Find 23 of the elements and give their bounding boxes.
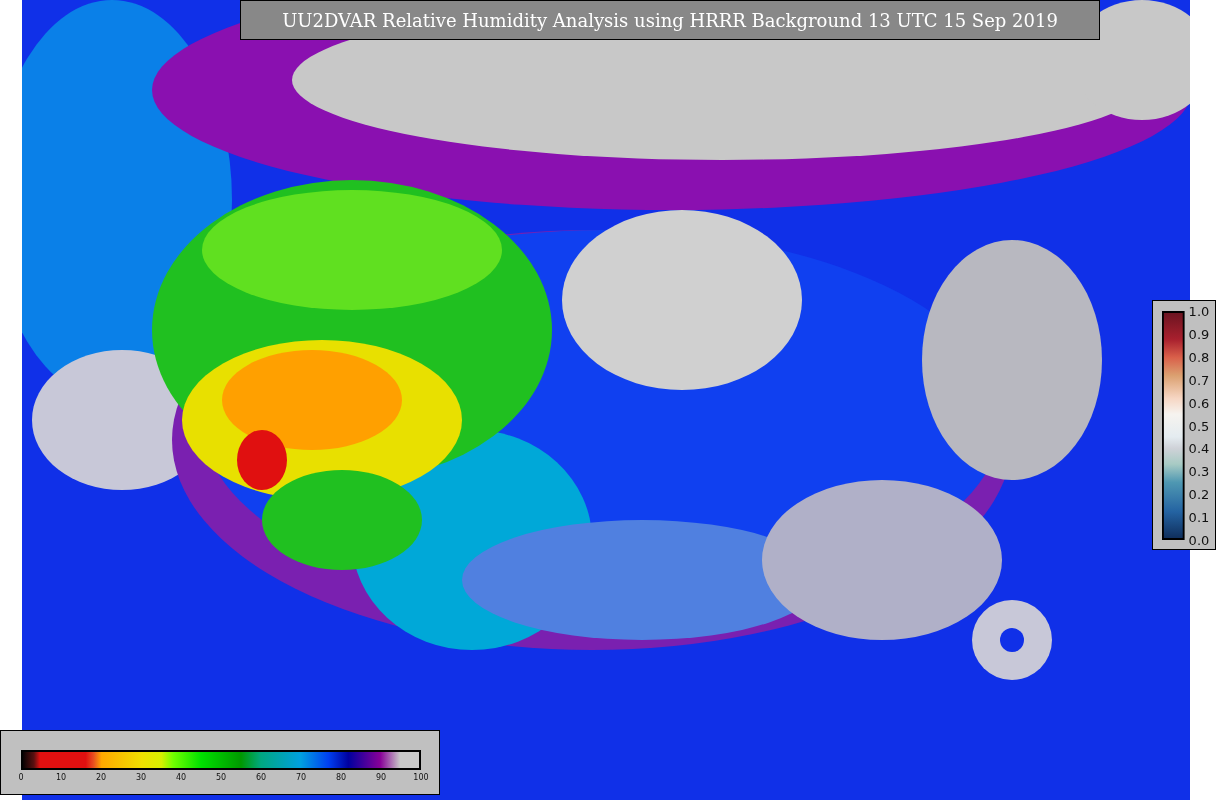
colorbar-tick-label: 40 (175, 773, 187, 782)
colorbar-tick-label: 100 (413, 773, 429, 782)
colorbar-tick-label: 0.9 (1188, 327, 1210, 341)
colorbar-tick-label: 0.0 (1188, 533, 1210, 547)
colorbar-tick-label: 0.6 (1188, 396, 1210, 410)
colorbar-tick-label: 0 (18, 773, 24, 782)
map-title: UU2DVAR Relative Humidity Analysis using HRRR Background 13 UTC 15 Sep 2019 (240, 0, 1100, 40)
colorbar-tick-label: 0.5 (1188, 419, 1210, 432)
colorbar-tick-label: 80 (335, 773, 347, 782)
colorbar-tick-label: 0.7 (1188, 373, 1210, 387)
colorbar-tick-label: 60 (255, 773, 267, 782)
colorbar-tick-label: 70 (295, 773, 307, 782)
colorbar-tick-label: 0.8 (1188, 350, 1210, 364)
colorbar-tick-label: 50 (215, 773, 227, 782)
colorbar-tick-label: 0.4 (1188, 441, 1210, 455)
colorbar-tick-label: 90 (375, 773, 387, 782)
colorbar-tick-label: 0.1 (1188, 510, 1210, 524)
colorbar-tick-label: 10 (55, 773, 67, 782)
colorbar-tick-label: 1.0 (1188, 304, 1210, 318)
colorbar-tick-label: 0.2 (1188, 487, 1210, 501)
colorbar-tick-label: 0.3 (1188, 464, 1210, 478)
colorbar-tick-label: 30 (135, 773, 147, 782)
colorbar-tick-label: 20 (95, 773, 107, 782)
